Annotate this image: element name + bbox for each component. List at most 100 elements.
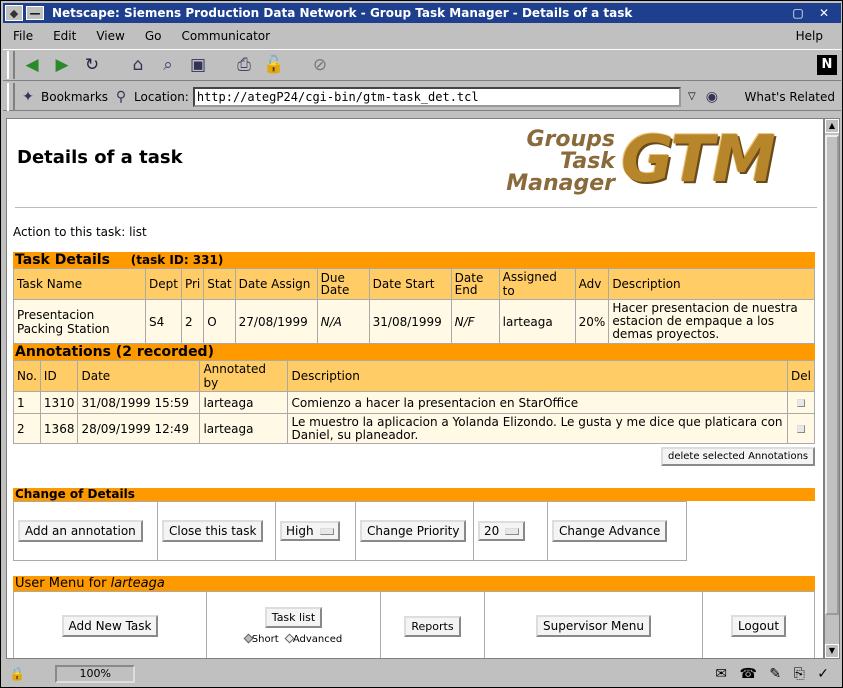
user-menu-row: Add New Task Task list Short Advanced Re… [13,591,815,658]
logo-word-task: Task [560,149,615,174]
bookmarks-button[interactable]: Bookmarks [41,90,108,104]
menu-communicator[interactable]: Communicator [171,29,280,43]
related-icon[interactable]: ◉ [703,85,721,109]
delete-checkbox[interactable] [797,424,806,433]
menu-help[interactable]: Help [786,29,833,43]
location-icon: ⚲ [115,88,127,105]
supervisor-cell: Supervisor Menu [484,591,703,658]
delete-checkbox[interactable] [797,398,806,407]
window-menu-icon[interactable]: ◆ [5,5,23,21]
change-details-band: Change of Details [13,488,815,501]
add-annotation-cell: Add an annotation [13,501,158,561]
my-netscape-icon[interactable]: ▣ [185,53,211,77]
task-details-heading: Task Details [15,252,110,268]
delete-annotations-button[interactable]: delete selected Annotations [661,447,816,466]
add-annotation-button[interactable]: Add an annotation [18,520,143,542]
col-date-start: Date Start [368,268,452,300]
col-task-name: Task Name [13,268,146,300]
advance-select[interactable]: 20 [478,521,526,541]
bookmarks-icon[interactable]: ✦ [19,85,37,109]
ann-by-cell: larteaga [199,413,289,444]
location-grip[interactable] [7,82,15,111]
window-title: Netscape: Siemens Production Data Networ… [52,6,633,20]
add-new-task-button[interactable]: Add New Task [61,615,159,637]
search-icon[interactable]: ⌕ [155,53,181,77]
assigned-to-cell: larteaga [498,299,576,344]
vertical-scrollbar[interactable]: ▲ ▼ [824,118,840,659]
location-dropdown-icon[interactable]: ▽ [685,85,699,109]
user-menu-heading: User Menu for [15,576,111,591]
minimize-dash[interactable]: — [26,6,44,20]
menu-go[interactable]: Go [135,29,172,43]
logo-mark: GTM [621,123,776,197]
toolbar-grip[interactable] [7,51,15,79]
ann-date-cell: 28/09/1999 12:49 [77,413,201,444]
ann-del-cell [787,391,815,414]
ann-id-cell: 1368 [39,413,79,444]
close-button[interactable]: ✕ [815,5,833,21]
col-stat: Stat [203,268,236,300]
security-lock-icon[interactable]: 🔒 [9,667,25,682]
close-task-cell: Close this task [157,501,276,561]
back-icon[interactable]: ◀ [19,53,45,77]
netscape-logo-icon: N [817,55,837,75]
scroll-thumb[interactable] [825,135,839,615]
task-list-button[interactable]: Task list [264,607,323,628]
col-dept: Dept [145,268,182,300]
location-label: Location: [134,89,189,104]
task-row: Presentacion Packing Station S4 2 O 27/0… [13,299,815,344]
priority-select[interactable]: High [280,521,340,541]
change-advance-button[interactable]: Change Advance [552,520,668,542]
change-details-section: Change of Details Add an annotation Clos… [13,488,815,561]
logout-cell: Logout [702,591,815,658]
due-date-cell: N/A [316,299,370,344]
ann-desc-cell: Le muestro la aplicacion a Yolanda Elizo… [287,413,789,444]
whats-related-button[interactable]: What's Related [745,90,835,104]
ann-del-cell [787,413,815,444]
annotations-table: No. ID Date Annotated by Description Del… [13,360,815,444]
print-icon[interactable]: ⎙ [231,53,257,77]
change-advance-cell: Change Advance [547,501,687,561]
ann-no-cell: 2 [13,413,41,444]
menu-view[interactable]: View [86,29,134,43]
task-list-cell: Task list Short Advanced [206,591,381,658]
date-end-cell: N/F [450,299,500,344]
gtm-logo: Groups Task Manager GTM [475,123,815,201]
task-details-table: Task Name Dept Pri Stat Date Assign Due … [13,268,815,344]
task-details-section: Task Details (task ID: 331) Task Name De… [13,252,815,444]
date-assign-cell: 27/08/1999 [234,299,318,344]
priority-select-cell: High [275,501,356,561]
menu-file[interactable]: File [3,29,43,43]
change-priority-button[interactable]: Change Priority [360,520,467,542]
logo-word-groups: Groups [526,127,615,152]
forward-icon[interactable]: ▶ [49,53,75,77]
logo-word-manager: Manager [506,171,615,196]
advanced-label: Advanced [292,634,343,645]
dept-cell: S4 [145,299,182,344]
advance-value: 20 [484,524,500,538]
title-bar: ◆ — Netscape: Siemens Production Data Ne… [3,3,841,23]
scroll-up-icon[interactable]: ▲ [825,119,839,133]
minimize-button[interactable]: ▢ [789,5,807,21]
component-bar-icons[interactable]: ✉ ☎ ✎ ⎘ ✓ [715,666,833,682]
menu-edit[interactable]: Edit [43,29,86,43]
task-details-band: Task Details (task ID: 331) [13,252,815,268]
browser-window: ◆ — Netscape: Siemens Production Data Ne… [0,0,843,688]
header-divider [15,207,817,208]
reload-icon[interactable]: ↻ [79,53,105,77]
page-title: Details of a task [17,147,183,168]
navigation-toolbar: ◀ ▶ ↻ ⌂ ⌕ ▣ ⎙ 🔓 ⊘ N [3,49,841,81]
home-icon[interactable]: ⌂ [125,53,151,77]
reports-button[interactable]: Reports [404,615,461,637]
scroll-down-icon[interactable]: ▼ [825,644,839,658]
close-task-button[interactable]: Close this task [162,520,264,542]
task-name-cell: Presentacion Packing Station [13,299,146,344]
progress-zoom: 100% [55,665,136,683]
logout-button[interactable]: Logout [730,615,787,637]
page-content: Details of a task Groups Task Manager GT… [6,118,824,659]
supervisor-menu-button[interactable]: Supervisor Menu [536,615,651,637]
security-icon[interactable]: 🔓 [261,53,287,77]
stop-icon[interactable]: ⊘ [307,53,333,77]
change-priority-cell: Change Priority [355,501,474,561]
location-input[interactable]: http://ategP24/cgi-bin/gtm-task_det.tcl [192,86,681,107]
